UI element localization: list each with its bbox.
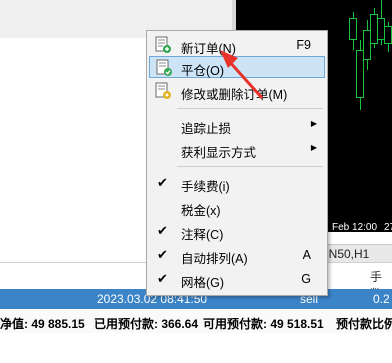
checkmark-icon: ✔ xyxy=(157,175,168,190)
menu-item-trailing-stop[interactable]: 追踪止损 ▶ xyxy=(149,114,325,136)
account-summary: 净值: 49 885.15 已用预付款: 366.64 可用预付款: 49 51… xyxy=(0,309,392,333)
modify-order-icon xyxy=(155,82,171,99)
checkmark-icon: ✔ xyxy=(157,247,168,262)
menu-separator xyxy=(177,166,323,167)
menu-item-commission[interactable]: ✔ 手续费(i) xyxy=(149,172,325,194)
menu-item-profit-display[interactable]: 获利显示方式 ▶ xyxy=(149,138,325,160)
menu-item-comments[interactable]: ✔ 注释(C) xyxy=(149,220,325,242)
candle-body xyxy=(384,26,392,44)
time-label: Feb 12:00 xyxy=(332,222,378,233)
menu-shortcut: A xyxy=(302,248,311,262)
checkmark-icon: ✔ xyxy=(157,223,168,238)
equity-value: 净值: 49 885.15 xyxy=(0,317,85,331)
close-position-icon xyxy=(156,59,172,76)
new-order-icon xyxy=(155,36,171,53)
menu-item-label: 自动排列(A) xyxy=(181,252,248,266)
menu-item-label: 税金(x) xyxy=(181,204,221,218)
checkmark-icon: ✔ xyxy=(157,271,168,286)
menu-separator xyxy=(177,108,323,109)
margin-value: 已用预付款: 366.64 xyxy=(94,317,199,331)
submenu-arrow-icon: ▶ xyxy=(310,143,317,152)
menu-item-label: 手续费(i) xyxy=(181,180,230,194)
order-volume: 0.2 xyxy=(373,292,390,306)
free-margin-value: 可用预付款: 49 518.51 xyxy=(203,317,324,331)
candle-body xyxy=(349,18,357,40)
submenu-arrow-icon: ▶ xyxy=(310,119,317,128)
menu-shortcut: F9 xyxy=(296,38,311,52)
time-label: 27 Fe xyxy=(384,222,392,244)
menu-item-taxes[interactable]: 税金(x) xyxy=(149,196,325,218)
red-arrow-icon xyxy=(220,50,264,100)
menu-item-grid[interactable]: ✔ 网格(G) G xyxy=(149,268,325,290)
menu-item-label: 追踪止损 xyxy=(181,122,232,136)
menu-item-auto-arrange[interactable]: ✔ 自动排列(A) A xyxy=(149,244,325,266)
menu-item-label: 获利显示方式 xyxy=(181,146,257,160)
menu-item-label: 网格(G) xyxy=(181,276,225,290)
margin-level-label: 预付款比例 xyxy=(336,317,392,331)
menu-shortcut: G xyxy=(301,272,311,286)
menu-item-label: 注释(C) xyxy=(181,228,224,242)
